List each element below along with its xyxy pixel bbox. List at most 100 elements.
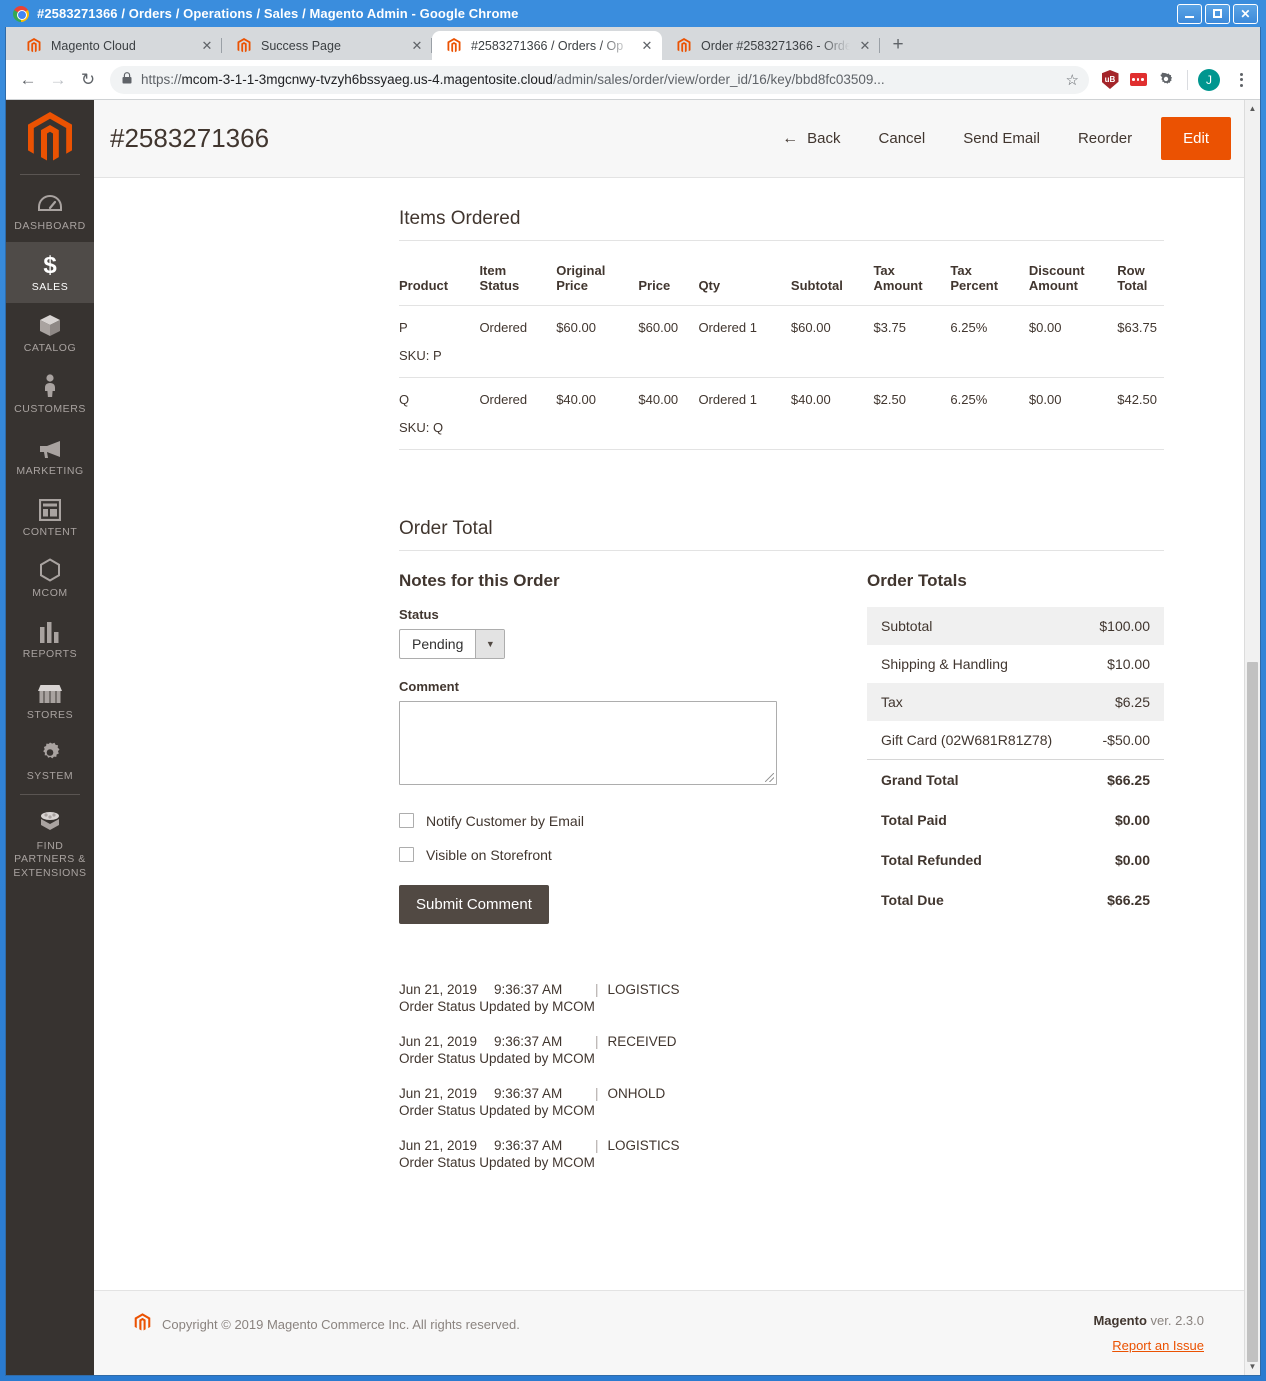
notify-customer-checkbox[interactable] [399,813,414,829]
minimize-button[interactable] [1177,3,1202,24]
chevron-down-icon: ▼ [475,629,505,658]
sidebar-item-reports[interactable]: REPORTS [6,609,94,670]
sidebar-item-catalog-label: CATALOG [23,342,77,355]
list-item: Jun 21, 2019 9:36:37 AM | ONHOLD Order S… [399,1086,1204,1118]
sidebar-divider [20,174,80,175]
browser-tab-1[interactable]: Magento Cloud ✕ [12,31,222,60]
col-subtotal: Subtotal [790,241,874,306]
address-bar[interactable]: https://mcom-3-1-1-3mgcnwy-tvzyh6bssyaeg… [110,65,1089,94]
browser-toolbar: ← → ↻ https://mcom-3-1-1-3mgcnwy-tvzyh6b… [6,60,1260,100]
back-icon[interactable]: ← [14,66,42,94]
list-item: Jun 21, 2019 9:36:37 AM | LOGISTICS Orde… [399,982,1204,1014]
scrollbar-up-arrow-icon[interactable]: ▲ [1249,100,1257,117]
sidebar-item-marketing-label: MARKETING [16,464,84,477]
sidebar-item-system[interactable]: SYSTEM [6,731,94,792]
footer-right: Magento ver. 2.3.0 Report an Issue [1093,1313,1204,1353]
status-label: Status [399,606,439,622]
sidebar-item-content-label: CONTENT [22,525,78,538]
status-select[interactable]: Pending ▼ [399,628,506,659]
col-price: Price [638,241,699,306]
ublock-extension-icon[interactable]: uB [1097,67,1123,93]
notify-customer-label: Notify Customer by Email [426,812,584,829]
cell-tax-amount: $3.75 [873,305,951,378]
totals-amount-subtotal: $100.00 [1079,606,1164,645]
history-meta: Jun 21, 2019 9:36:37 AM | LOGISTICS [399,1138,1204,1153]
visible-storefront-checkbox[interactable] [399,847,414,863]
sidebar-item-dashboard-label: DASHBOARD [14,220,86,232]
magento-logo-icon[interactable] [26,112,74,162]
page-content: Items Ordered Product Item Status Origin… [94,178,1244,1290]
sidebar-item-system-label: SYSTEM [26,770,74,783]
sidebar-item-customers-label: CUSTOMERS [14,403,86,416]
order-totals-panel: Order Totals Subtotal $100.00 Shipping &… [815,571,1164,924]
sidebar-item-sales[interactable]: $ SALES [6,242,94,304]
history-status: LOGISTICS [607,981,680,997]
cell-qty: Ordered 1 [698,305,791,378]
browser-tab-2-close-icon[interactable]: ✕ [408,37,426,55]
sidebar-item-content[interactable]: CONTENT [6,487,94,548]
visible-storefront-checkbox-row[interactable]: Visible on Storefront [399,847,791,863]
report-issue-link[interactable]: Report an Issue [1112,1338,1204,1353]
sidebar-item-catalog[interactable]: CATALOG [6,303,94,364]
reload-icon[interactable]: ↻ [74,66,102,94]
sidebar-item-dashboard[interactable]: DASHBOARD [6,181,94,242]
dollar-icon: $ [40,252,60,276]
password-extension-icon[interactable] [1125,67,1151,93]
history-time: 9:36:37 AM [494,1137,563,1153]
edit-button[interactable]: Edit [1161,117,1231,160]
order-history-list: Jun 21, 2019 9:36:37 AM | LOGISTICS Orde… [134,982,1204,1230]
page-scrollbar[interactable]: ▲ ▼ [1244,100,1260,1375]
order-total-section: Order Total Notes for this Order Status … [134,518,1204,924]
items-ordered-table: Product Item Status Original Price Price… [399,241,1164,450]
notify-customer-checkbox-row[interactable]: Notify Customer by Email [399,813,791,829]
sidebar-item-customers[interactable]: CUSTOMERS [6,364,94,425]
totals-label-gift-card: Gift Card (02W681R81Z78) [881,731,1053,748]
admin-footer: Copyright © 2019 Magento Commerce Inc. A… [94,1290,1244,1375]
sidebar-item-find-partners-extensions[interactable]: FIND PARTNERS & EXTENSIONS [6,801,94,888]
maximize-button[interactable] [1205,3,1230,24]
send-email-button[interactable]: Send Email [944,131,1059,146]
page-title: #2583271366 [110,123,270,153]
forward-icon[interactable]: → [44,66,72,94]
cell-tax-percent: 6.25% [950,305,1029,378]
browser-tab-3-close-icon[interactable]: ✕ [638,37,656,55]
sidebar-item-marketing[interactable]: MARKETING [6,426,94,487]
comment-textarea[interactable] [399,700,777,785]
totals-label-total-refunded: Total Refunded [881,851,982,868]
os-window: #2583271366 / Orders / Operations / Sale… [0,0,1266,1381]
browser-tab-2[interactable]: Success Page ✕ [222,31,432,60]
sidebar-item-mcom[interactable]: MCOM [6,548,94,609]
magento-favicon-icon [446,37,462,54]
totals-label-grand-total: Grand Total [867,758,1080,800]
browser-tab-4-close-icon[interactable]: ✕ [856,37,874,55]
sidebar-item-mcom-label: MCOM [32,586,68,599]
col-product: Product [399,241,480,306]
svg-text:$: $ [43,252,57,276]
close-button[interactable]: ✕ [1233,3,1258,24]
browser-tab-4-label: Order #2583271366 - Orde [701,38,850,53]
cell-price: $60.00 [638,305,699,378]
browser-tab-4[interactable]: Order #2583271366 - Orde ✕ [662,31,880,60]
cancel-button[interactable]: Cancel [860,131,945,146]
cell-item-status: Ordered [479,377,557,450]
browser-tab-3-active[interactable]: #2583271366 / Orders / Op ✕ [432,31,662,60]
settings-extension-icon[interactable] [1153,67,1179,93]
history-time: 9:36:37 AM [494,1033,563,1049]
sidebar-item-stores[interactable]: STORES [6,670,94,731]
browser-tab-1-close-icon[interactable]: ✕ [198,37,216,55]
bookmark-star-icon[interactable]: ☆ [1058,71,1079,89]
cell-discount-amount: $0.00 [1028,305,1118,378]
avatar[interactable]: J [1196,67,1222,93]
chrome-logo-icon [13,5,29,22]
new-tab-button[interactable]: + [884,31,912,59]
footer-brand: Magento [1093,1313,1147,1328]
reorder-button[interactable]: Reorder [1059,131,1151,146]
submit-comment-button[interactable]: Submit Comment [399,884,549,924]
back-button[interactable]: ← Back [763,130,859,147]
scrollbar-thumb[interactable] [1247,662,1258,1362]
url-path: /admin/sales/order/view/order_id/16/key/… [552,72,885,87]
scrollbar-down-arrow-icon[interactable]: ▼ [1245,1358,1260,1375]
totals-label-tax: Tax [867,682,1080,721]
items-table-body: P SKU: P Ordered $60.00 $60.00 Ordered 1… [399,305,1164,450]
chrome-menu-icon[interactable] [1230,72,1252,87]
